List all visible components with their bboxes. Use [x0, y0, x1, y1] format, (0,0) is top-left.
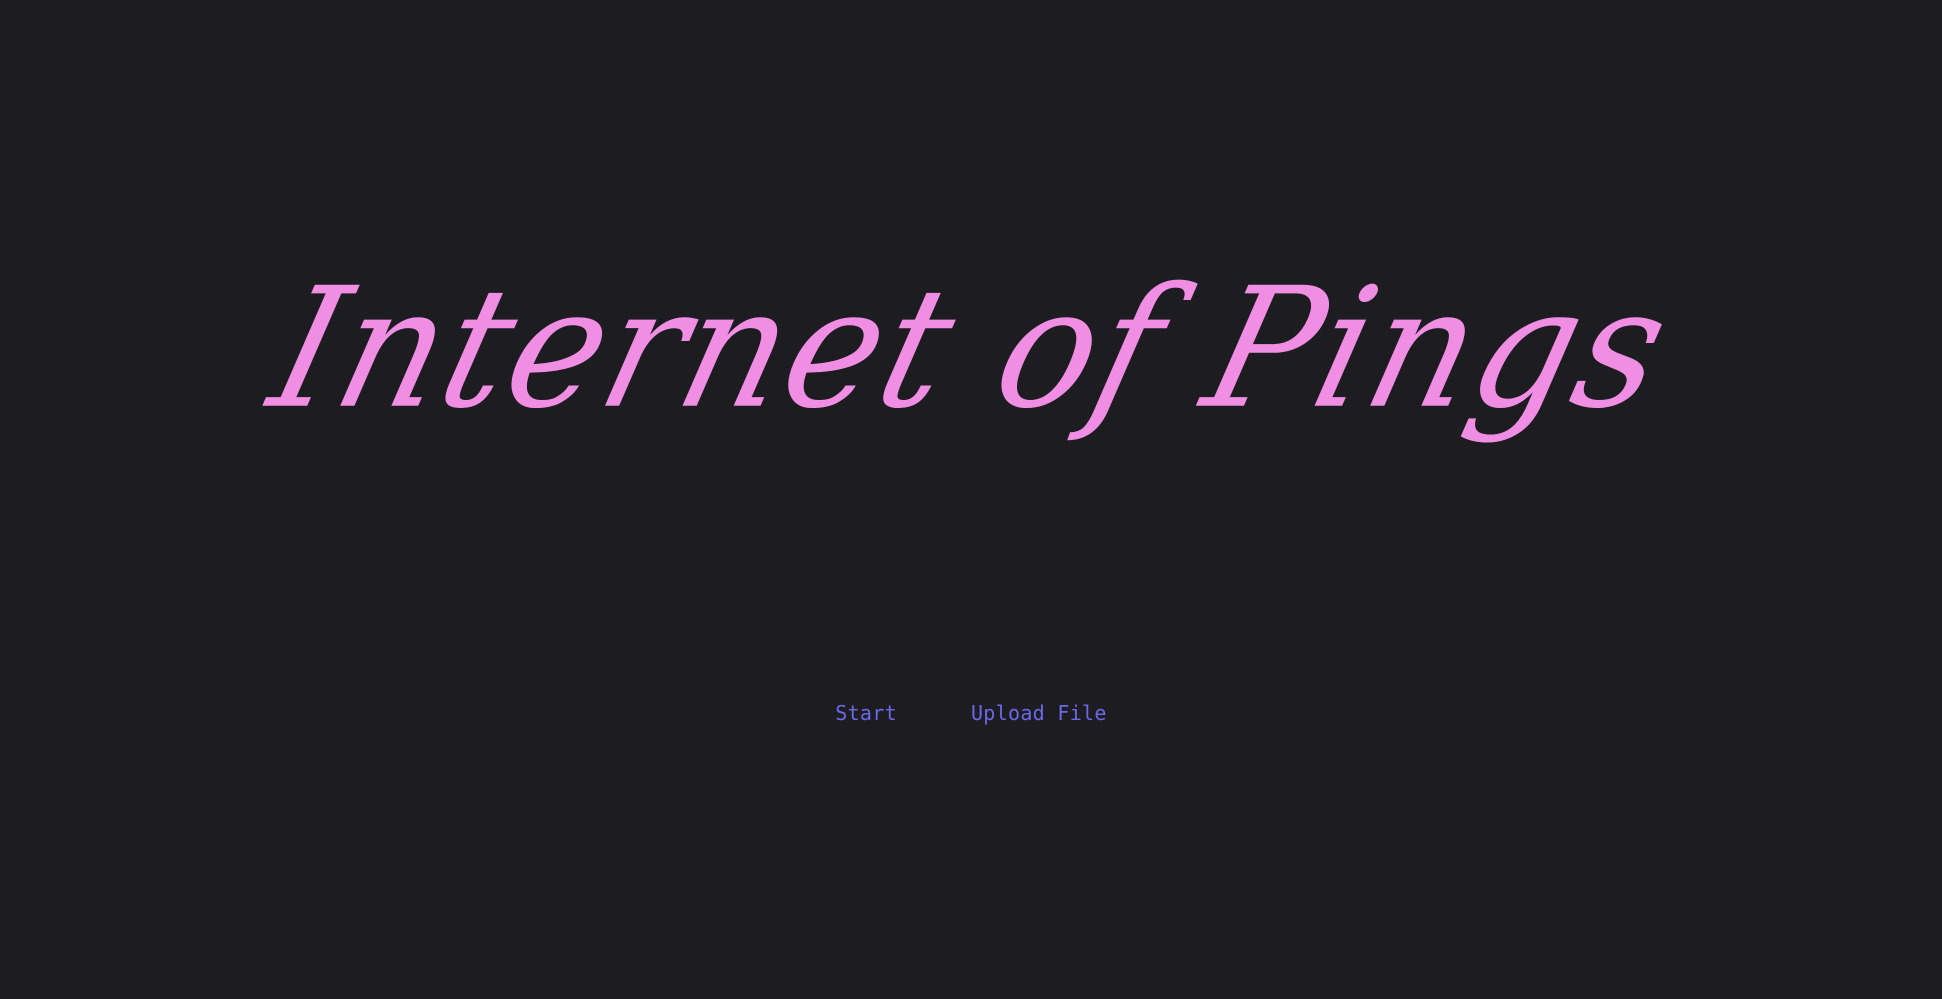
upload-file-button[interactable]: Upload File — [969, 698, 1109, 728]
app-title: Internet of Pings — [254, 252, 1688, 446]
landing-page: Internet of Pings Start Upload File — [0, 0, 1942, 999]
start-button[interactable]: Start — [833, 698, 899, 728]
action-bar: Start Upload File — [0, 698, 1942, 728]
